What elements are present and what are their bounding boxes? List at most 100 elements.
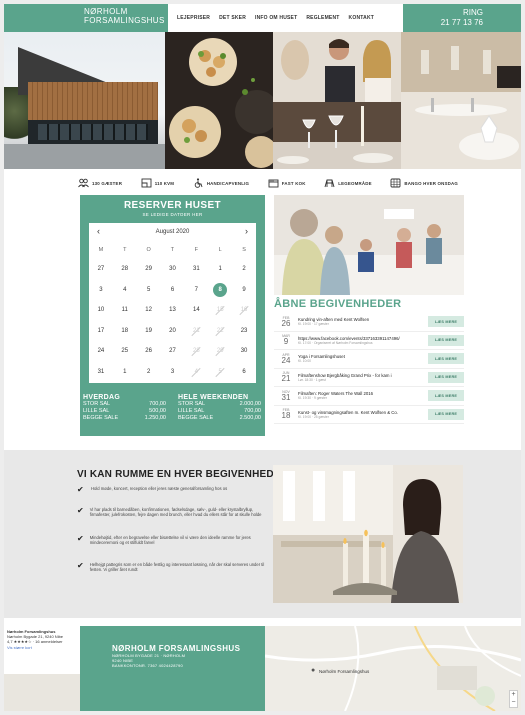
map-pin-label: Nørholm Forsamlingshus bbox=[319, 669, 370, 674]
booking-panel: RESERVER HUSET SE LEDIGE DATOER HER ‹ Au… bbox=[80, 195, 265, 436]
nav-item-kontakt[interactable]: KONTAKT bbox=[349, 15, 374, 21]
price-row: BEGGE SALE 1.250,00 bbox=[83, 415, 166, 422]
events-photo bbox=[274, 195, 464, 295]
price-label: BEGGE SALE bbox=[83, 415, 119, 421]
calendar-day[interactable]: 24 bbox=[94, 344, 108, 358]
event-item: FEB 18 Kunst- og vinsmagningsaften m. Kent… bbox=[274, 406, 464, 424]
zoom-in-button[interactable]: + bbox=[510, 691, 517, 699]
calendar-day[interactable]: 19 bbox=[142, 324, 156, 338]
weekday-prices: HVERDAG STOR SAL 700,00 LILLE SAL 500,00 BEG… bbox=[83, 394, 166, 422]
building-photo bbox=[4, 32, 165, 169]
phone-number: 21 77 13 76 bbox=[440, 18, 483, 27]
price-row: LILLE SAL 700,00 bbox=[178, 408, 261, 415]
nav-item-det-sker[interactable]: DET SKER bbox=[219, 15, 246, 21]
calendar-day-booked: 5 bbox=[213, 365, 227, 379]
calendar-day[interactable]: 25 bbox=[118, 344, 132, 358]
phone-box[interactable]: RING 21 77 13 76 bbox=[403, 4, 521, 32]
map-pin-icon[interactable]: ● bbox=[311, 667, 315, 674]
calendar-day[interactable]: 17 bbox=[94, 324, 108, 338]
read-more-button[interactable]: LÆS MERE bbox=[428, 408, 464, 420]
calendar-day[interactable]: 9 bbox=[237, 283, 251, 297]
calendar-day[interactable]: 27 bbox=[165, 344, 179, 358]
event-body: Kundring vin-aften med Kent Wolfsen Kl. 1… bbox=[298, 317, 428, 326]
candle-photo bbox=[273, 465, 463, 603]
nav-item-reglement[interactable]: REGLEMENT bbox=[306, 15, 339, 21]
calendar-day[interactable]: 2 bbox=[142, 365, 156, 379]
logo[interactable]: NØRHOLM FORSAMLINGSHUS bbox=[4, 4, 168, 32]
calendar-day[interactable]: 31 bbox=[94, 365, 108, 379]
playground-icon bbox=[324, 178, 335, 189]
event-body: Filmaften: Roger Waters The Wall 2016 Kl.… bbox=[298, 391, 428, 400]
price-value: 700,00 bbox=[244, 408, 261, 414]
capacity-section: VI KAN RUMME EN HVER BEGIVENHED ✔ Hold mø… bbox=[4, 450, 521, 618]
calendar-day[interactable]: 18 bbox=[118, 324, 132, 338]
feature-item: ✔ Helhejgt pattegris som er en både festl… bbox=[77, 562, 269, 573]
calendar-day[interactable]: 6 bbox=[237, 365, 251, 379]
event-body: Filmaftenshow Bjergbåking Grand Prix - f… bbox=[298, 373, 428, 382]
main-nav: LEJEPRISER DET SKER INFO OM HUSET REGLEM… bbox=[177, 15, 374, 21]
nav-item-lejepriser[interactable]: LEJEPRISER bbox=[177, 15, 210, 21]
map-card-link[interactable]: Vis større kort bbox=[7, 645, 77, 650]
calendar-day[interactable]: 5 bbox=[142, 283, 156, 297]
calendar-day[interactable]: 20 bbox=[165, 324, 179, 338]
calendar-day[interactable]: 2 bbox=[237, 262, 251, 276]
price-label: LILLE SAL bbox=[178, 408, 205, 414]
footer-map[interactable]: ● Nørholm Forsamlingshus + − bbox=[265, 626, 521, 711]
calendar-day[interactable]: 4 bbox=[118, 283, 132, 297]
event-day: 24 bbox=[281, 355, 291, 365]
page: NØRHOLM FORSAMLINGSHUS LEJEPRISER DET SK… bbox=[4, 4, 521, 711]
map-snippet[interactable]: Nørholm Forsamlingshus Nørholm Bygade 21… bbox=[4, 626, 80, 711]
calendar-day[interactable]: 7 bbox=[189, 283, 203, 297]
nav-item-info[interactable]: INFO OM HUSET bbox=[255, 15, 297, 21]
calendar-day[interactable]: 26 bbox=[142, 344, 156, 358]
calendar-day[interactable]: 28 bbox=[118, 262, 132, 276]
read-more-button[interactable]: LÆS MERE bbox=[428, 316, 464, 328]
calendar-day[interactable]: 6 bbox=[165, 283, 179, 297]
calendar-day-selected[interactable]: 8 bbox=[213, 282, 228, 297]
footer-name: NØRHOLM FORSAMLINGSHUS bbox=[112, 644, 241, 653]
phone-label: RING bbox=[463, 8, 483, 17]
calendar-day[interactable]: 14 bbox=[189, 303, 203, 317]
events-title: ÅBNE BEGIVENHEDER bbox=[274, 298, 402, 310]
event-day: 9 bbox=[283, 337, 289, 347]
calendar-day[interactable]: 30 bbox=[165, 262, 179, 276]
read-more-button[interactable]: LÆS MERE bbox=[428, 371, 464, 383]
weekend-prices: HELE WEEKENDEN STOR SAL 2.000,00 LILLE SAL… bbox=[178, 394, 261, 422]
calendar-day[interactable]: 12 bbox=[142, 303, 156, 317]
calendar-day[interactable]: 10 bbox=[94, 303, 108, 317]
event-meta: Kl. 19:00 · 25 gæster bbox=[298, 414, 329, 419]
read-more-button[interactable]: LÆS MERE bbox=[428, 353, 464, 365]
map-info-card: Nørholm Forsamlingshus Nørholm Bygade 21… bbox=[4, 626, 80, 674]
calendar-header: ‹ August 2020 › bbox=[89, 223, 256, 241]
calendar-day[interactable]: 29 bbox=[142, 262, 156, 276]
zoom-out-button[interactable]: − bbox=[510, 699, 517, 707]
amenity-accessible: HANDICAPVENLIG bbox=[193, 177, 249, 189]
chevron-right-icon[interactable]: › bbox=[245, 226, 248, 236]
price-row: LILLE SAL 500,00 bbox=[83, 408, 166, 415]
weekend-title: HELE WEEKENDEN bbox=[178, 394, 249, 401]
capacity-title: VI KAN RUMME EN HVER BEGIVENHED bbox=[77, 469, 274, 480]
price-label: STOR SAL bbox=[83, 401, 111, 407]
read-more-button[interactable]: LÆS MERE bbox=[428, 390, 464, 402]
calendar-day[interactable]: 3 bbox=[94, 283, 108, 297]
calendar-day[interactable]: 27 bbox=[94, 262, 108, 276]
read-more-button[interactable]: LÆS MERE bbox=[428, 334, 464, 346]
price-table: HVERDAG STOR SAL 700,00 LILLE SAL 500,00 BEG… bbox=[83, 394, 263, 422]
calendar-day[interactable]: 3 bbox=[165, 365, 179, 379]
weekday-label: F bbox=[194, 247, 199, 253]
amenities-bar: 130 GÆSTER 110 KVM HANDICAPVENLIG FAST K… bbox=[78, 176, 458, 190]
calendar-day[interactable]: 1 bbox=[118, 365, 132, 379]
floorplan-icon bbox=[141, 178, 152, 189]
amenity-label: 110 KVM bbox=[154, 180, 175, 186]
calendar-day[interactable]: 1 bbox=[213, 262, 227, 276]
calendar-day[interactable]: 23 bbox=[237, 324, 251, 338]
calendar-day[interactable]: 30 bbox=[237, 344, 251, 358]
calendar-week: 24 25 26 27 28 29 30 bbox=[89, 341, 256, 362]
calendar-day[interactable]: 31 bbox=[189, 262, 203, 276]
calendar-day[interactable]: 11 bbox=[118, 303, 132, 317]
price-row: STOR SAL 700,00 bbox=[83, 401, 166, 408]
feature-text: Vi har plads til barnedåben, konfirmatio… bbox=[89, 507, 262, 518]
calendar-day[interactable]: 13 bbox=[165, 303, 179, 317]
weekday-label: T bbox=[170, 247, 175, 253]
chevron-left-icon[interactable]: ‹ bbox=[97, 226, 100, 236]
